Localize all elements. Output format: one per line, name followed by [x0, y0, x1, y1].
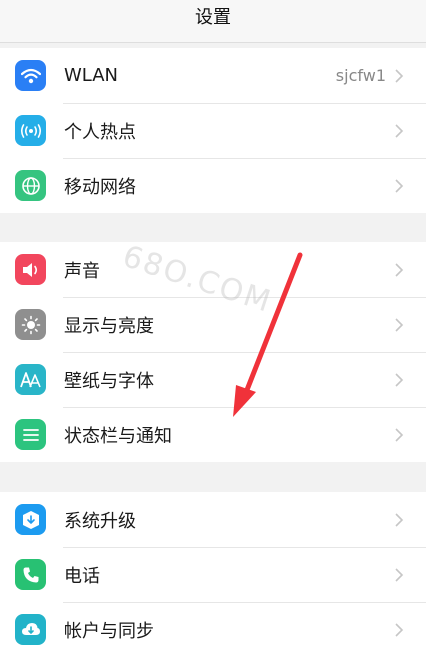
settings-item-label: 移动网络: [64, 176, 136, 198]
settings-item-wallpaper-font[interactable]: 壁纸与字体: [0, 352, 426, 407]
settings-group-display: 声音 显示与亮度 壁纸与字体 状态栏与通知: [0, 242, 426, 462]
settings-item-label: 状态栏与通知: [64, 425, 172, 447]
font-icon: [15, 364, 46, 395]
settings-item-hotspot[interactable]: 个人热点: [0, 103, 426, 158]
page-title: 设置: [195, 7, 231, 28]
chevron-right-icon: [395, 567, 404, 582]
settings-group-network: WLAN sjcfw1 个人热点 移动网络: [0, 48, 426, 213]
settings-item-account-sync[interactable]: 帐户与同步: [0, 602, 426, 657]
settings-item-system-update[interactable]: 系统升级: [0, 492, 426, 547]
speaker-icon: [15, 254, 46, 285]
chevron-right-icon: [395, 512, 404, 527]
settings-item-mobile-network[interactable]: 移动网络: [0, 158, 426, 213]
settings-item-label: 显示与亮度: [64, 315, 154, 337]
chevron-right-icon: [395, 262, 404, 277]
notification-list-icon: [15, 419, 46, 450]
phone-icon: [15, 559, 46, 590]
chevron-right-icon: [395, 622, 404, 637]
settings-item-wlan[interactable]: WLAN sjcfw1: [0, 48, 426, 103]
system-update-icon: [15, 504, 46, 535]
settings-item-label: 系统升级: [64, 510, 136, 532]
settings-item-label: WLAN: [64, 65, 119, 86]
chevron-right-icon: [395, 317, 404, 332]
chevron-right-icon: [395, 178, 404, 193]
settings-item-sound[interactable]: 声音: [0, 242, 426, 297]
nav-header: 设置: [0, 0, 426, 43]
globe-icon: [15, 170, 46, 201]
brightness-icon: [15, 309, 46, 340]
wifi-icon: [15, 60, 46, 91]
settings-item-label: 帐户与同步: [64, 620, 154, 642]
settings-item-phone[interactable]: 电话: [0, 547, 426, 602]
wlan-network-name: sjcfw1: [335, 66, 386, 85]
settings-item-label: 个人热点: [64, 121, 136, 143]
settings-item-statusbar-notification[interactable]: 状态栏与通知: [0, 407, 426, 462]
settings-item-label: 壁纸与字体: [64, 370, 154, 392]
settings-item-label: 声音: [64, 260, 100, 282]
account-sync-icon: [15, 614, 46, 645]
hotspot-icon: [15, 115, 46, 146]
chevron-right-icon: [395, 68, 404, 83]
chevron-right-icon: [395, 123, 404, 138]
chevron-right-icon: [395, 372, 404, 387]
settings-item-display-brightness[interactable]: 显示与亮度: [0, 297, 426, 352]
chevron-right-icon: [395, 427, 404, 442]
settings-group-system: 系统升级 电话 帐户与同步: [0, 492, 426, 657]
settings-item-label: 电话: [64, 565, 100, 587]
